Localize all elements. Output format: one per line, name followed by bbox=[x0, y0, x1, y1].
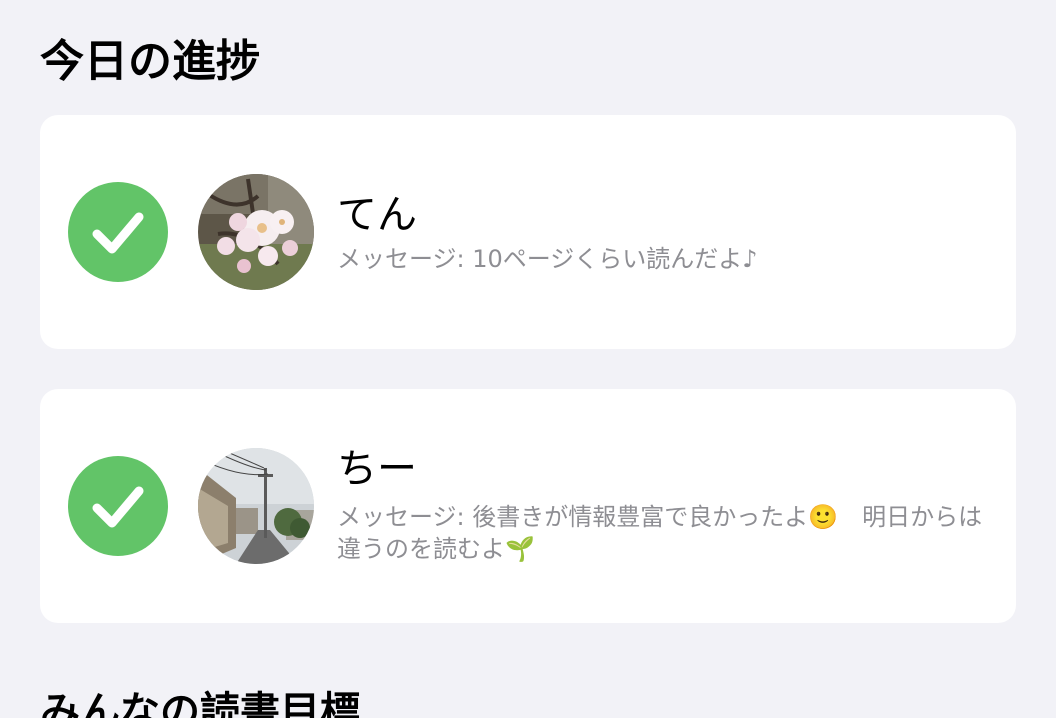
member-message: メッセージ: 10ページくらい読んだよ♪ bbox=[337, 243, 997, 275]
message-text: 10ページくらい読んだよ♪ bbox=[472, 245, 758, 273]
checkmark-circle-icon bbox=[68, 456, 168, 556]
member-message: メッセージ: 後書きが情報豊富で良かったよ🙂 明日からは違うのを読むよ🌱 bbox=[337, 501, 997, 565]
progress-card[interactable]: てん メッセージ: 10ページくらい読んだよ♪ bbox=[40, 115, 1016, 349]
next-section-title: みんなの読書目標 bbox=[40, 688, 370, 718]
message-label: メッセージ: bbox=[337, 245, 473, 273]
member-name: てん bbox=[337, 192, 417, 238]
progress-card[interactable]: ちー メッセージ: 後書きが情報豊富で良かったよ🙂 明日からは違うのを読むよ🌱 bbox=[40, 389, 1016, 623]
checkmark-circle-icon bbox=[68, 182, 168, 282]
message-label: メッセージ: bbox=[337, 503, 473, 531]
member-name: ちー bbox=[337, 446, 417, 492]
avatar[interactable] bbox=[198, 174, 314, 290]
avatar[interactable] bbox=[198, 448, 314, 564]
next-section-title-text: みんなの読書目標 bbox=[40, 689, 360, 718]
section-title: 今日の進捗 bbox=[40, 36, 260, 87]
